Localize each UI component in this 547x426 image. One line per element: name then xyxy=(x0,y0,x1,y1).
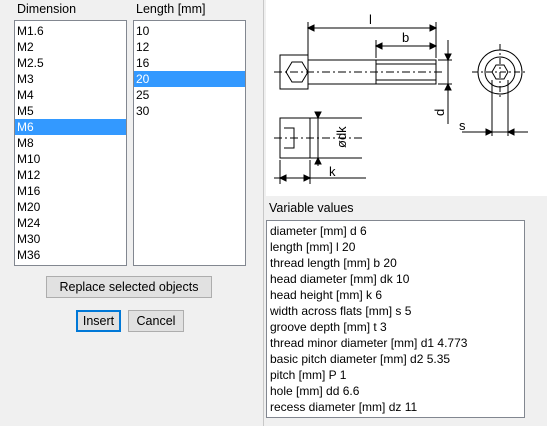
length-list-item[interactable]: 20 xyxy=(134,71,245,87)
length-header: Length [mm] xyxy=(136,2,206,16)
panel-divider xyxy=(263,0,264,426)
length-list-item[interactable]: 25 xyxy=(134,87,245,103)
variable-value-line: basic pitch diameter [mm] d2 5.35 xyxy=(270,352,451,366)
dimension-list-item[interactable]: M3 xyxy=(15,71,126,87)
label-dk: ødk xyxy=(334,126,349,148)
label-b: b xyxy=(402,30,409,45)
length-list-item[interactable]: 30 xyxy=(134,103,245,119)
variable-value-line: hole [mm] dd 6.6 xyxy=(270,384,360,398)
length-list-item[interactable]: 12 xyxy=(134,39,245,55)
dimension-listbox[interactable]: M1.6 M2 M2.5 M3 M4 M5 M6 M8 M10 M12 M16 M20 M24 M30 M3… xyxy=(14,20,127,266)
variable-values-box[interactable]: diameter [mm] d 6 length [mm] l 20 thread … xyxy=(266,220,525,418)
variable-value-line: groove depth [mm] t 3 xyxy=(270,320,387,334)
dimension-list-item[interactable]: M16 xyxy=(15,183,126,199)
variable-values-label: Variable values xyxy=(269,201,354,215)
variable-value-line: pitch [mm] P 1 xyxy=(270,368,347,382)
variable-value-line: diameter [mm] d 6 xyxy=(270,224,367,238)
dimension-list-item[interactable]: M24 xyxy=(15,215,126,231)
dimension-list-item[interactable]: M36 xyxy=(15,247,126,263)
variable-value-line: length [mm] l 20 xyxy=(270,240,356,254)
label-k: k xyxy=(329,164,336,179)
dimension-list-item[interactable]: M4 xyxy=(15,87,126,103)
cancel-button[interactable]: Cancel xyxy=(128,310,184,332)
length-list-item[interactable]: 16 xyxy=(134,55,245,71)
variable-value-line: thread length [mm] b 20 xyxy=(270,256,397,270)
dimension-list-item[interactable]: M20 xyxy=(15,199,126,215)
length-list-item[interactable]: 10 xyxy=(134,23,245,39)
variable-value-line: head height [mm] k 6 xyxy=(270,288,383,302)
dimension-list-item[interactable]: M30 xyxy=(15,231,126,247)
dimension-header: Dimension xyxy=(17,2,77,16)
variable-value-line: width across flats [mm] s 5 xyxy=(270,304,412,318)
screw-drawing: l b d ødk k s xyxy=(266,0,547,196)
screw-diagram-svg: l b d ødk k s xyxy=(274,12,528,184)
dimension-list-item[interactable]: M10 xyxy=(15,151,126,167)
variable-value-line: recess diameter [mm] dz 11 xyxy=(270,400,418,414)
dimension-list-item[interactable]: M2.5 xyxy=(15,55,126,71)
dimension-list-item[interactable]: M5 xyxy=(15,103,126,119)
variable-value-line: head diameter [mm] dk 10 xyxy=(270,272,410,286)
label-d: d xyxy=(432,109,447,116)
dimension-list-item[interactable]: M2 xyxy=(15,39,126,55)
dimension-list-item[interactable]: M1.6 xyxy=(15,23,126,39)
dimension-list-item[interactable]: M8 xyxy=(15,135,126,151)
dimension-list-item[interactable]: M12 xyxy=(15,167,126,183)
length-listbox[interactable]: 10 12 16 20 25 30 xyxy=(133,20,246,266)
label-l: l xyxy=(369,12,372,27)
replace-selected-objects-button[interactable]: Replace selected objects xyxy=(46,276,212,298)
variable-value-line: thread minor diameter [mm] d1 4.773 xyxy=(270,336,468,350)
insert-button[interactable]: Insert xyxy=(76,310,121,332)
label-s: s xyxy=(459,118,466,133)
dimension-list-item[interactable]: M6 xyxy=(15,119,126,135)
